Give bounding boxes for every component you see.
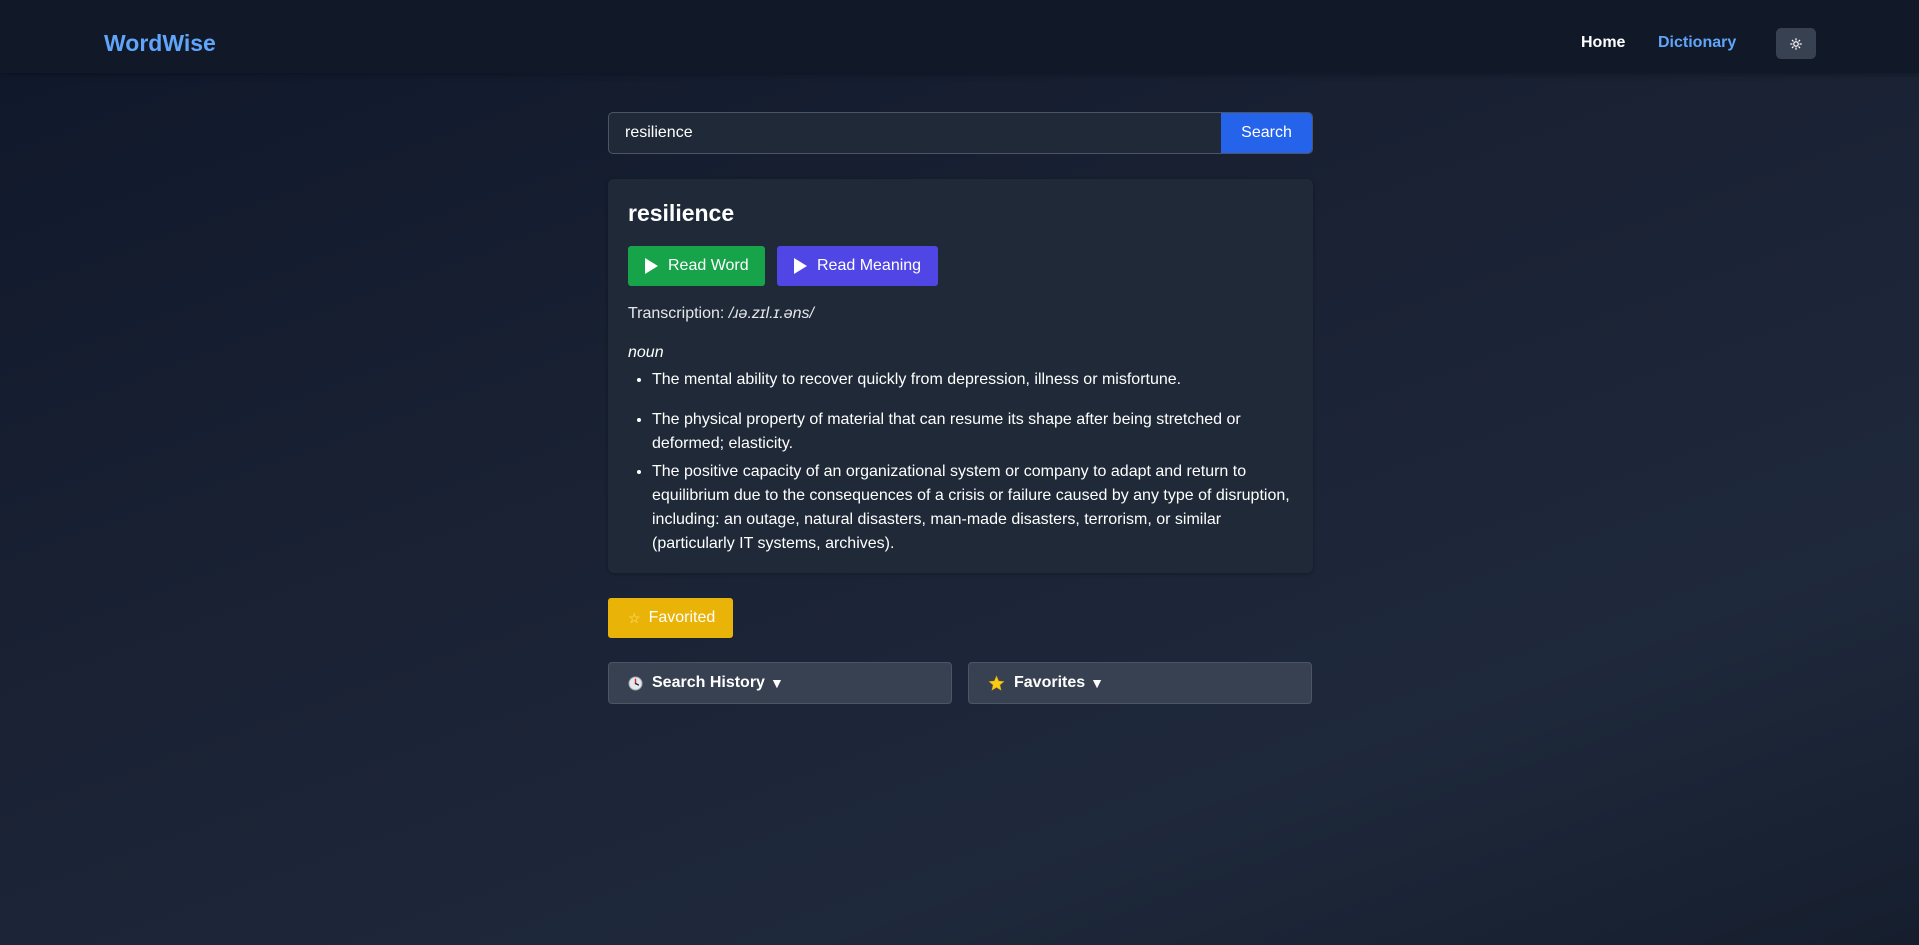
read-word-label: Read Word: [668, 257, 749, 274]
search-history-label: Search History: [652, 674, 765, 691]
play-icon: [645, 258, 658, 274]
transcription-value: /ɹə.zɪl.ɪ.əns/: [728, 305, 814, 322]
nav-link-home[interactable]: Home: [1581, 34, 1625, 52]
search-history-toggle[interactable]: Search History ▼: [608, 662, 952, 704]
definition-item: The mental ability to recover quickly fr…: [652, 368, 1292, 392]
nav-link-dictionary[interactable]: Dictionary: [1658, 34, 1736, 52]
clock-icon: [628, 675, 643, 691]
favorites-label: Favorites: [1014, 674, 1086, 691]
search-bar: Search: [608, 112, 1313, 154]
definition-card: resilience Read Word Read Meaning Transc…: [608, 179, 1313, 573]
transcription-label: Transcription:: [628, 305, 725, 322]
transcription: Transcription: /ɹə.zɪl.ɪ.əns/: [628, 305, 814, 323]
definition-list: The mental ability to recover quickly fr…: [652, 368, 1292, 560]
star-icon: ☆: [628, 609, 641, 626]
definition-item: The positive capacity of an organization…: [652, 460, 1292, 556]
top-navbar: WordWise Home Dictionary: [0, 0, 1919, 73]
theme-toggle-button[interactable]: [1776, 28, 1816, 59]
star-icon: [988, 675, 1005, 692]
favorites-toggle[interactable]: Favorites ▼: [968, 662, 1312, 704]
definition-item: The physical property of material that c…: [652, 408, 1292, 456]
play-icon: [794, 258, 807, 274]
brand-logo[interactable]: WordWise: [104, 30, 216, 57]
sun-icon: [1790, 37, 1802, 50]
caret-down-icon: ▼: [769, 675, 784, 691]
favorite-toggle-button[interactable]: ☆ Favorited: [608, 598, 733, 638]
read-meaning-label: Read Meaning: [817, 257, 922, 274]
search-input[interactable]: [609, 113, 1221, 153]
part-of-speech: noun: [628, 344, 664, 361]
search-button[interactable]: Search: [1221, 113, 1312, 153]
word-title: resilience: [628, 200, 735, 226]
read-word-button[interactable]: Read Word: [628, 246, 765, 286]
caret-down-icon: ▼: [1090, 675, 1104, 691]
favorite-label: Favorited: [648, 609, 716, 626]
read-meaning-button[interactable]: Read Meaning: [777, 246, 938, 286]
